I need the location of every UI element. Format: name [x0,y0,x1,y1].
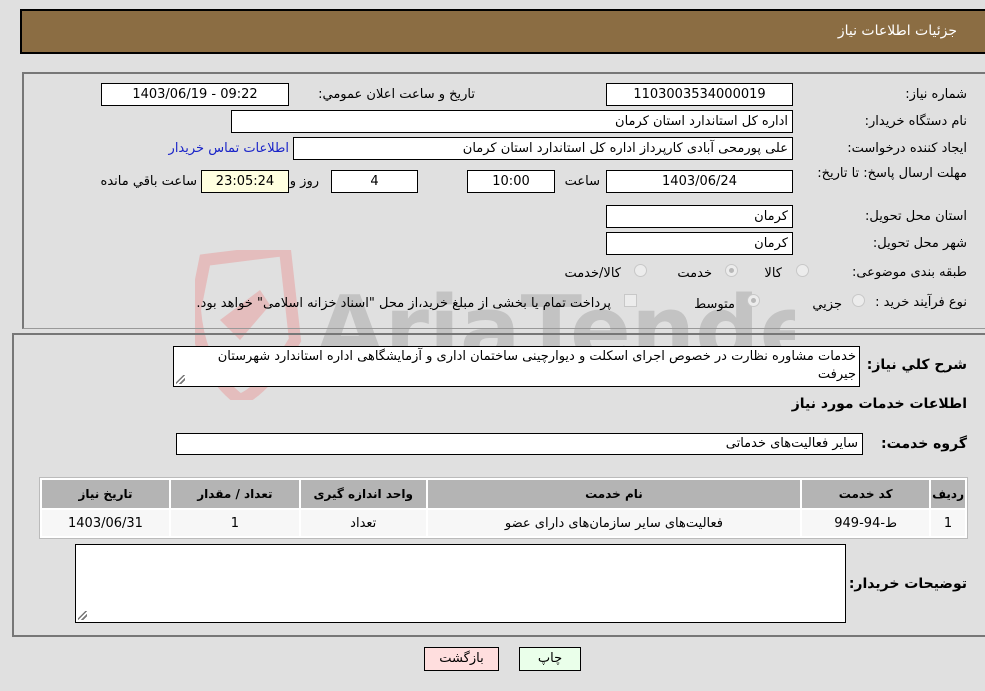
col-need-date: تاریخ نیاز [42,480,169,508]
remaining-label: ساعت باقي مانده [100,174,197,189]
services-table: ردیف کد خدمت نام خدمت واحد اندازه گیری ت… [39,477,968,539]
category-service-label: خدمت [677,266,712,281]
delivery-city-field[interactable]: کرمان [606,232,793,255]
delivery-province-label: استان محل تحویل: [865,209,967,224]
deadline-date-field[interactable]: 1403/06/24 [606,170,793,193]
cell-service-name: فعالیت‌های سایر سازمان‌های دارای عضو [427,510,801,536]
delivery-province-field[interactable]: کرمان [606,205,793,228]
services-section-title: اطلاعات خدمات مورد نیاز [791,396,967,412]
purchase-process-label: نوع فرآیند خرید : [875,295,967,310]
col-row-number: ردیف [931,480,965,508]
requester-label: ایجاد کننده درخواست: [847,141,967,156]
buyer-notes-label: توضیحات خریدار: [848,576,967,592]
col-quantity: تعداد / مقدار [170,480,299,508]
cell-unit: تعداد [300,510,426,536]
category-goods-label: کالا [764,266,782,281]
col-service-name: نام خدمت [427,480,801,508]
deadline-time-field[interactable]: 10:00 [467,170,555,193]
announce-datetime-label: تاریخ و ساعت اعلان عمومي: [318,87,475,102]
days-label: روز و [289,174,319,189]
process-medium-label: متوسط [694,297,735,312]
cell-quantity: 1 [170,510,299,536]
table-header-row: ردیف کد خدمت نام خدمت واحد اندازه گیری ت… [42,480,965,508]
col-service-code: کد خدمت [802,480,930,508]
process-minor-label: جزيي [812,297,842,312]
page-header: جزئیات اطلاعات نیاز [20,9,985,54]
cell-row-number: 1 [931,510,965,536]
need-number-label: شماره نیاز: [905,87,967,102]
back-button[interactable]: بازگشت [424,647,499,671]
treasury-checkbox-label: پرداخت تمام یا بخشی از مبلغ خرید،از محل … [196,296,611,311]
cell-service-code: ط-94-949 [802,510,930,536]
need-number-field[interactable]: 1103003534000019 [606,83,793,106]
service-group-label: گروه خدمت: [881,436,967,452]
service-group-field[interactable]: سایر فعالیت‌های خدماتی [176,433,863,455]
deadline-label: مهلت ارسال پاسخ: تا تاریخ: [817,166,967,181]
page-title: جزئیات اطلاعات نیاز [837,23,957,39]
category-service-radio[interactable] [725,264,738,277]
table-row: 1 ط-94-949 فعالیت‌های سایر سازمان‌های دا… [42,510,965,536]
resize-grip-icon[interactable] [78,611,87,620]
category-label: طبقه بندی موضوعی: [851,265,967,280]
col-unit: واحد اندازه گیری [300,480,426,508]
requester-field[interactable]: علی پورمحی آبادی کارپرداز اداره کل استان… [293,137,793,160]
deadline-time-label: ساعت [564,174,600,189]
category-goods-service-label: کالا/خدمت [564,266,621,281]
print-button[interactable]: چاپ [519,647,581,671]
remaining-days-field[interactable]: 4 [331,170,418,193]
cell-need-date: 1403/06/31 [42,510,169,536]
description-textarea[interactable]: خدمات مشاوره نظارت در خصوص اجرای اسکلت و… [173,346,860,387]
process-minor-radio[interactable] [852,294,865,307]
buyer-org-field[interactable]: اداره کل استاندارد استان کرمان [231,110,793,133]
remaining-time-field: 23:05:24 [201,170,289,193]
buyer-org-label: نام دستگاه خریدار: [864,114,967,129]
treasury-checkbox[interactable] [624,294,637,307]
description-label: شرح کلي نیاز: [866,357,967,373]
buyer-contact-link[interactable]: اطلاعات تماس خریدار [169,141,289,156]
buyer-notes-textarea[interactable] [75,544,846,623]
category-goods-service-radio[interactable] [634,264,647,277]
announce-datetime-field[interactable]: 1403/06/19 - 09:22 [101,83,289,106]
resize-grip-icon[interactable] [176,375,185,384]
description-text: خدمات مشاوره نظارت در خصوص اجرای اسکلت و… [217,349,856,382]
process-medium-radio[interactable] [747,294,760,307]
delivery-city-label: شهر محل تحویل: [872,236,967,251]
category-goods-radio[interactable] [796,264,809,277]
